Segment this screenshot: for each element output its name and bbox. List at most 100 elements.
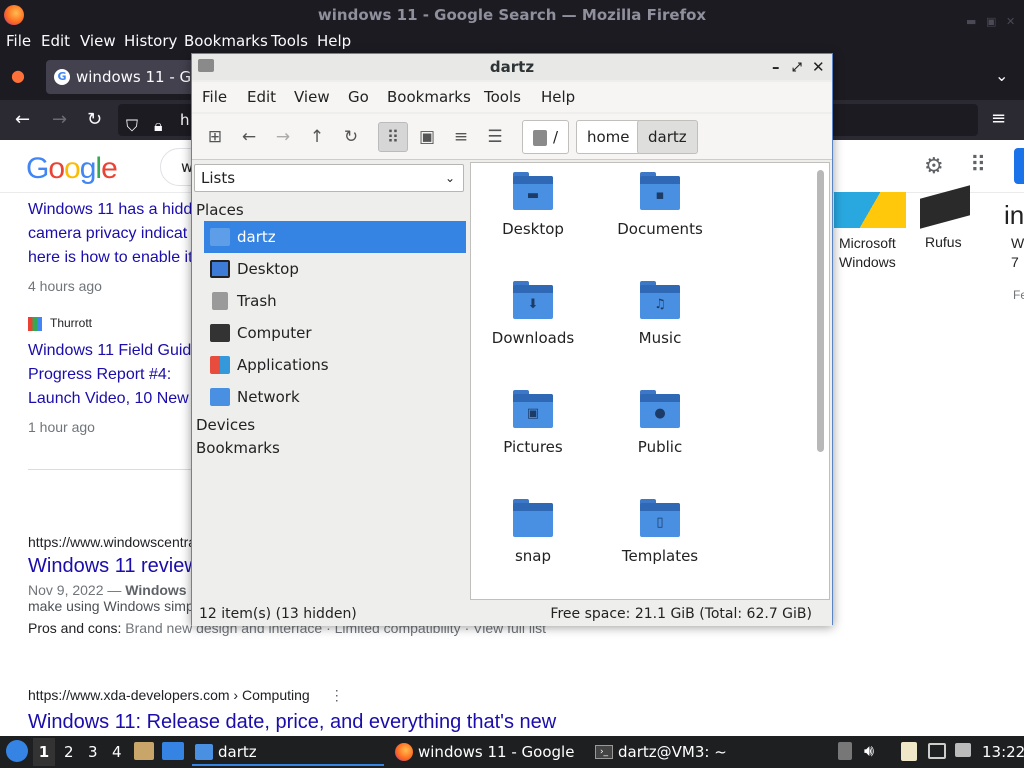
breadcrumb-root[interactable]: / bbox=[522, 120, 570, 154]
result-4-title[interactable]: Windows 11: Release date, price, and eve… bbox=[28, 710, 808, 734]
forward-icon[interactable]: → bbox=[268, 122, 298, 152]
notes-icon[interactable] bbox=[901, 742, 917, 761]
related-label-w7[interactable]: W7 bbox=[1011, 234, 1024, 272]
result-2-line-3[interactable]: Launch Video, 10 New bbox=[28, 387, 191, 411]
sidebar-item-applications[interactable]: Applications bbox=[204, 349, 466, 381]
list-tabs-icon[interactable]: ⌄ bbox=[995, 66, 1008, 85]
result-4-url[interactable]: https://www.xda-developers.com › Computi… bbox=[28, 687, 310, 703]
sidebar-item-trash[interactable]: Trash bbox=[204, 285, 466, 317]
file-manager-launcher-icon[interactable] bbox=[134, 742, 154, 760]
fm-close-icon[interactable]: ✕ bbox=[812, 54, 825, 80]
fm-menu-go[interactable]: Go bbox=[348, 88, 369, 106]
file-item-pictures[interactable]: ▣ Pictures bbox=[473, 390, 593, 480]
result-1-line-3[interactable]: here is how to enable it bbox=[28, 246, 193, 270]
result-2-line-2[interactable]: Progress Report #4: bbox=[28, 363, 191, 387]
sidebar-item-desktop[interactable]: Desktop bbox=[204, 253, 466, 285]
folder-window-icon bbox=[198, 59, 214, 72]
icon-view-icon[interactable]: ⠿ bbox=[378, 122, 408, 152]
sidebar-item-computer[interactable]: Computer bbox=[204, 317, 466, 349]
detailed-view-icon[interactable]: ☰ bbox=[480, 122, 510, 152]
compact-view-icon[interactable]: ≡ bbox=[446, 122, 476, 152]
related-label-microsoft[interactable]: Microsoft Windows bbox=[839, 234, 896, 272]
fm-menu-tools[interactable]: Tools bbox=[484, 88, 521, 106]
fm-scrollbar[interactable] bbox=[817, 170, 824, 452]
file-item-snap[interactable]: snap bbox=[473, 499, 593, 589]
new-tab-icon[interactable]: ⊞ bbox=[200, 122, 230, 152]
fm-menu-help[interactable]: Help bbox=[541, 88, 575, 106]
settings-gear-icon[interactable]: ⚙ bbox=[924, 154, 944, 179]
back-icon[interactable]: ← bbox=[15, 109, 30, 130]
fm-menu-edit[interactable]: Edit bbox=[247, 88, 276, 106]
network-status-icon[interactable] bbox=[928, 743, 946, 759]
menu-bookmarks[interactable]: Bookmarks bbox=[184, 32, 268, 50]
more-options-icon[interactable]: ⋮ bbox=[330, 687, 344, 703]
sidebar-item-dartz[interactable]: dartz bbox=[204, 221, 466, 253]
usb-drive-image[interactable] bbox=[920, 185, 970, 229]
menu-help[interactable]: Help bbox=[317, 32, 351, 50]
related-label-rufus[interactable]: Rufus bbox=[925, 234, 962, 250]
fm-menu-view[interactable]: View bbox=[294, 88, 330, 106]
file-item-desktop[interactable]: ▬ Desktop bbox=[473, 172, 593, 262]
menu-view[interactable]: View bbox=[80, 32, 116, 50]
fm-maximize-icon[interactable]: ⤢ bbox=[792, 54, 802, 80]
thumbnail-view-icon[interactable]: ▣ bbox=[412, 122, 442, 152]
sidebar-item-network[interactable]: Network bbox=[204, 381, 466, 413]
file-item-downloads[interactable]: ⬇ Downloads bbox=[473, 281, 593, 371]
windows-logo-image[interactable] bbox=[834, 192, 906, 228]
desktop-launcher-icon[interactable] bbox=[162, 742, 184, 760]
result-1-line-2[interactable]: camera privacy indicat bbox=[28, 222, 193, 246]
window-title: windows 11 - Google Search — Mozilla Fir… bbox=[317, 6, 707, 24]
firefox-view-icon[interactable]: ● bbox=[11, 66, 25, 85]
workspace-4[interactable]: 4 bbox=[112, 743, 122, 761]
start-menu-icon[interactable] bbox=[6, 740, 28, 762]
volume-icon[interactable]: 🔊︎ bbox=[864, 741, 874, 761]
thurrott-favicon-icon bbox=[28, 316, 42, 331]
tab-google-search[interactable]: G windows 11 - Goo bbox=[46, 60, 196, 94]
sign-in-button[interactable] bbox=[1014, 148, 1024, 184]
task-file-manager[interactable]: dartz bbox=[192, 738, 384, 766]
apps-grid-icon[interactable]: ⠿ bbox=[970, 153, 986, 178]
task-firefox[interactable]: windows 11 - Google ... bbox=[392, 738, 584, 766]
places-header[interactable]: Places bbox=[196, 201, 244, 219]
menu-tools[interactable]: Tools bbox=[271, 32, 308, 50]
result-1-line-1[interactable]: Windows 11 has a hidd bbox=[28, 198, 193, 222]
menu-history[interactable]: History bbox=[124, 32, 177, 50]
reload-icon[interactable]: ↻ bbox=[87, 109, 102, 130]
bookmarks-header[interactable]: Bookmarks bbox=[196, 439, 280, 457]
result-2-line-1[interactable]: Windows 11 Field Guid bbox=[28, 339, 191, 363]
google-logo[interactable]: Google bbox=[26, 152, 118, 186]
fm-menu-bookmarks[interactable]: Bookmarks bbox=[387, 88, 471, 106]
forward-icon[interactable]: → bbox=[52, 109, 67, 130]
result-2: Thurrott Windows 11 Field Guid Progress … bbox=[28, 316, 191, 435]
shield-icon[interactable]: ⛉ bbox=[126, 110, 138, 142]
back-icon[interactable]: ← bbox=[234, 122, 264, 152]
firefox-icon bbox=[395, 743, 413, 761]
file-item-documents[interactable]: ▪ Documents bbox=[600, 172, 720, 262]
related-more-label: Fe bbox=[1013, 288, 1024, 302]
fm-minimize-icon[interactable]: – bbox=[772, 54, 780, 80]
file-item-music[interactable]: ♫ Music bbox=[600, 281, 720, 371]
file-item-public[interactable]: ● Public bbox=[600, 390, 720, 480]
result-1-time: 4 hours ago bbox=[28, 278, 102, 294]
fm-menu-file[interactable]: File bbox=[202, 88, 227, 106]
clipboard-icon[interactable] bbox=[838, 742, 852, 760]
network-icon bbox=[210, 388, 230, 406]
workspace-2[interactable]: 2 bbox=[64, 743, 74, 761]
up-icon[interactable]: ↑ bbox=[302, 122, 332, 152]
devices-header[interactable]: Devices bbox=[196, 416, 255, 434]
app-menu-icon[interactable]: ≡ bbox=[991, 108, 1006, 129]
clock[interactable]: 13:22 bbox=[982, 743, 1024, 761]
file-item-templates[interactable]: ▯ Templates bbox=[600, 499, 720, 589]
workspace-3[interactable]: 3 bbox=[88, 743, 98, 761]
lock-icon[interactable]: 🔒︎ bbox=[154, 110, 163, 142]
sidebar-mode-select[interactable]: Lists ⌄ bbox=[194, 164, 464, 192]
menu-edit[interactable]: Edit bbox=[41, 32, 70, 50]
reload-icon[interactable]: ↻ bbox=[336, 122, 366, 152]
task-terminal[interactable]: ›_ dartz@VM3: ~ bbox=[592, 738, 784, 766]
breadcrumb-dartz[interactable]: dartz bbox=[637, 120, 698, 154]
workspace-1[interactable]: 1 bbox=[33, 738, 55, 766]
breadcrumb-home[interactable]: home bbox=[576, 120, 641, 154]
update-icon[interactable] bbox=[955, 743, 971, 757]
menu-file[interactable]: File bbox=[6, 32, 31, 50]
fm-titlebar[interactable]: dartz – ⤢ ✕ bbox=[192, 54, 832, 80]
